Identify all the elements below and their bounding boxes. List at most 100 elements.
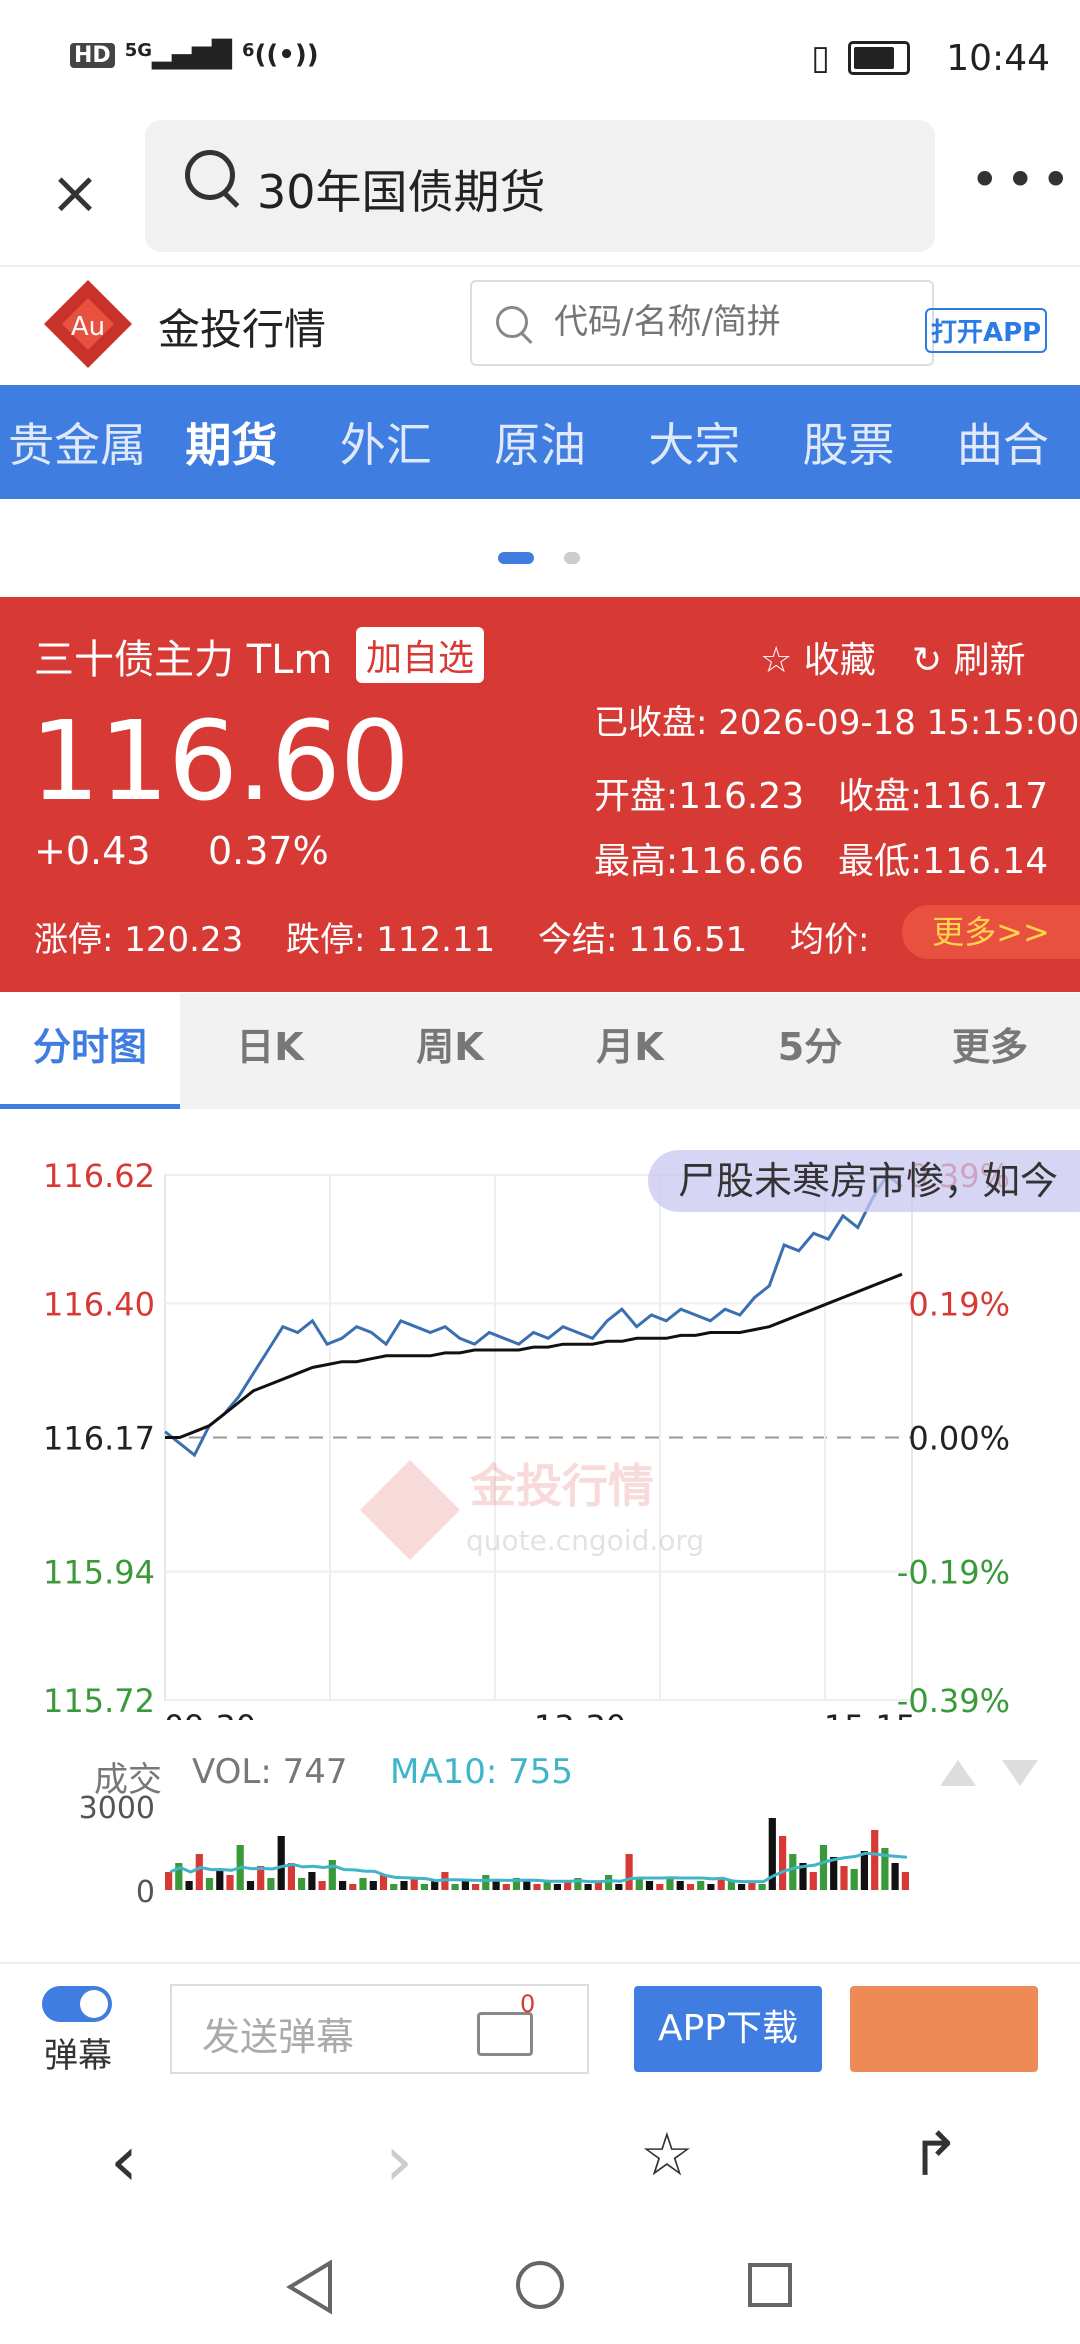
scroll-down-icon[interactable]	[1002, 1760, 1038, 1786]
volume-bar	[472, 1884, 480, 1890]
volume-bar	[584, 1884, 592, 1890]
nav-item-crude-oil[interactable]: 原油	[463, 409, 617, 475]
close-icon[interactable]: ×	[40, 158, 110, 228]
system-back-icon[interactable]	[286, 2259, 332, 2315]
watermark-logo	[360, 1460, 460, 1560]
system-home-icon[interactable]	[516, 2261, 564, 2309]
orange-action-button[interactable]	[850, 1986, 1038, 2072]
volume-bar	[328, 1860, 336, 1890]
category-nav: 贵金属 期货 外汇 原油 大宗 股票 曲合	[0, 385, 1080, 499]
nav-item-futures[interactable]: 期货	[154, 409, 308, 475]
y-tick-label: 116.62	[43, 1157, 155, 1195]
danmaku-input[interactable]: 发送弹幕 0	[170, 1984, 589, 2074]
average-price: 均价:	[790, 920, 870, 960]
tab-intraday[interactable]: 分时图	[0, 993, 180, 1109]
volume-chart-svg: 3000 0	[79, 1791, 909, 1910]
volume-bar	[625, 1854, 633, 1890]
instrument-name: 三十债主力 TLm	[34, 637, 333, 683]
tab-5min[interactable]: 5分	[720, 993, 900, 1109]
volume-bar	[420, 1884, 428, 1890]
volume-bar	[349, 1884, 357, 1890]
volume-bar	[707, 1884, 715, 1890]
tab-daily-k[interactable]: 日K	[180, 993, 360, 1109]
app-download-button[interactable]: APP下载	[634, 1986, 822, 2072]
tab-more[interactable]: 更多	[900, 993, 1080, 1109]
y-tick-label: 116.17	[43, 1420, 155, 1458]
limit-up: 涨停: 120.23	[34, 920, 244, 960]
tab-weekly-k[interactable]: 周K	[360, 993, 540, 1109]
add-watchlist-button[interactable]: 加自选	[356, 627, 485, 683]
tab-monthly-k[interactable]: 月K	[540, 993, 720, 1109]
volume-bar	[819, 1845, 828, 1890]
x-tick-label: 09:30	[164, 1708, 256, 1720]
y-tick-label: 115.94	[43, 1554, 155, 1592]
more-menu-icon[interactable]: •••	[970, 155, 1070, 220]
volume-bar	[502, 1884, 510, 1890]
nav-item-forex[interactable]: 外汇	[309, 409, 463, 475]
open-price: 开盘:116.23	[594, 776, 805, 817]
volume-bar	[482, 1875, 490, 1890]
volume-bar	[656, 1884, 664, 1890]
limit-down: 跌停: 112.11	[286, 920, 496, 960]
watermark-text: 金投行情	[469, 1459, 654, 1513]
open-app-button[interactable]: 打开APP	[925, 308, 1048, 353]
search-icon	[496, 306, 528, 338]
volume-bar	[871, 1830, 879, 1890]
average-line	[165, 1272, 903, 1439]
volume-bar	[901, 1872, 909, 1890]
volume-bar	[339, 1881, 347, 1890]
x-tick-label: 13:30	[534, 1708, 626, 1720]
volume-bar	[165, 1872, 173, 1890]
favorite-button[interactable]: ☆ 收藏	[760, 631, 876, 683]
volume-bar	[891, 1863, 899, 1890]
market-status: 已收盘: 2026-09-18 15:15:00	[594, 703, 1080, 743]
settlement-price: 今结: 116.51	[538, 920, 748, 960]
volume-bar	[216, 1869, 224, 1890]
volume-bar	[226, 1875, 234, 1890]
volume-bar	[553, 1884, 561, 1890]
volume-bar	[758, 1884, 766, 1890]
volume-bar	[185, 1881, 193, 1890]
y-pct-label: 0.00%	[908, 1420, 1010, 1458]
browser-nav: ‹ › ☆ ↱	[0, 2090, 1080, 2225]
nav-item-commodities[interactable]: 大宗	[617, 409, 771, 475]
message-icon[interactable]	[477, 2012, 533, 2056]
wifi-icon: 6((•))	[241, 40, 319, 70]
forward-icon[interactable]: ›	[385, 2120, 413, 2202]
network-indicators: HD 5G▂▄▆█ 6((•))	[70, 40, 319, 70]
system-recents-icon[interactable]	[748, 2263, 792, 2307]
bookmark-star-icon[interactable]: ☆	[640, 2120, 694, 2190]
volume-bar	[431, 1881, 439, 1890]
refresh-button[interactable]: ↻ 刷新	[912, 631, 1026, 683]
nav-item-stocks[interactable]: 股票	[771, 409, 925, 475]
price-line	[164, 1172, 903, 1458]
volume-bar	[298, 1878, 306, 1890]
price-change-pct: 0.37%	[208, 829, 329, 873]
back-icon[interactable]: ‹	[110, 2120, 138, 2202]
nav-item-precious-metals[interactable]: 贵金属	[0, 409, 154, 475]
site-search-input[interactable]	[552, 296, 856, 348]
volume-bar	[697, 1881, 705, 1890]
volume-bar	[318, 1881, 326, 1890]
nav-item-more[interactable]: 曲合	[926, 409, 1080, 475]
system-nav-bar	[0, 2225, 1080, 2340]
share-icon[interactable]: ↱	[910, 2120, 960, 2190]
danmaku-toggle[interactable]	[42, 1986, 112, 2022]
volume-axis-min: 0	[136, 1875, 155, 1910]
danmaku-ticker: 尸股未寒房市惨，如今	[648, 1150, 1080, 1212]
y-tick-label: 116.40	[43, 1285, 155, 1323]
volume-bar	[492, 1881, 500, 1890]
more-details-button[interactable]: 更多>>	[902, 905, 1080, 959]
volume-bar	[277, 1836, 285, 1890]
volume-bar	[809, 1872, 817, 1890]
message-count: 0	[520, 1990, 536, 2018]
browser-search-box[interactable]: 30年国债期货	[145, 120, 935, 252]
search-icon	[185, 150, 235, 200]
site-logo[interactable]: Au	[42, 278, 134, 370]
scroll-up-icon[interactable]	[940, 1760, 976, 1786]
danmaku-label: 弹幕	[44, 2036, 112, 2076]
svg-text:Au: Au	[71, 312, 105, 342]
volume-bar	[645, 1881, 654, 1890]
site-title: 金投行情	[158, 305, 327, 354]
site-search-box[interactable]	[470, 280, 934, 366]
